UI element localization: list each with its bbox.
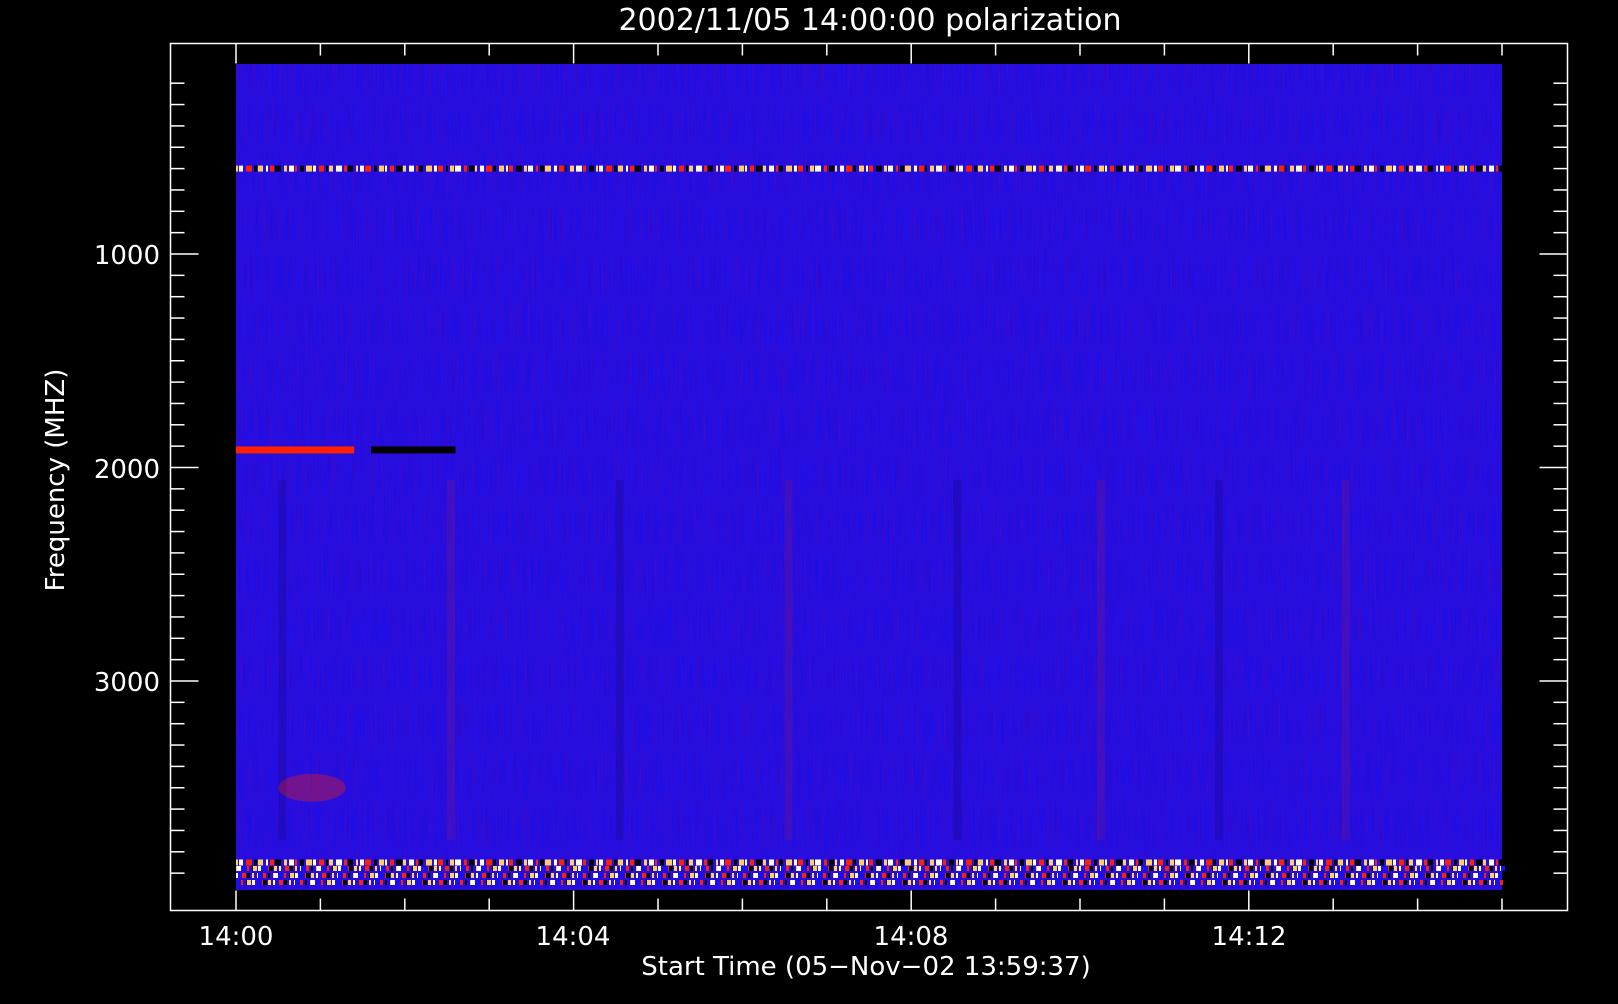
interference-band	[236, 859, 1503, 866]
heatmap-band	[371, 446, 456, 454]
y-tick-label: 2000	[94, 455, 160, 485]
heatmap-noise-texture	[236, 64, 1502, 890]
x-tick-label: 14:08	[874, 922, 949, 952]
heatmap-streak	[615, 480, 624, 840]
heatmap-streak	[953, 480, 962, 840]
y-axis-label: Frequency (MHZ)	[41, 369, 71, 592]
heatmap-band	[236, 446, 355, 454]
x-axis-label: Start Time (05−Nov−02 13:59:37)	[641, 952, 1090, 982]
heatmap-streak	[1215, 480, 1224, 840]
heatmap-streak	[278, 480, 287, 840]
x-tick-label: 14:00	[199, 922, 274, 952]
x-tick-label: 14:04	[536, 922, 611, 952]
y-tick-label: 3000	[94, 668, 160, 698]
heatmap-streak	[447, 480, 455, 840]
heatmap-area	[236, 64, 1505, 890]
heatmap-streak	[1341, 480, 1350, 840]
heatmap-patch	[278, 773, 346, 802]
spectrogram-figure: 2002/11/05 14:00:00 polarization 1000 20…	[0, 0, 1618, 1000]
interference-band	[236, 165, 1503, 172]
y-tick-label: 1000	[94, 241, 160, 271]
spectrogram-svg: 2002/11/05 14:00:00 polarization 1000 20…	[41, 3, 1569, 982]
x-tick-label: 14:12	[1212, 922, 1287, 952]
heatmap-streak	[784, 480, 793, 840]
chart-title: 2002/11/05 14:00:00 polarization	[618, 3, 1121, 38]
heatmap-streak	[1096, 480, 1105, 840]
